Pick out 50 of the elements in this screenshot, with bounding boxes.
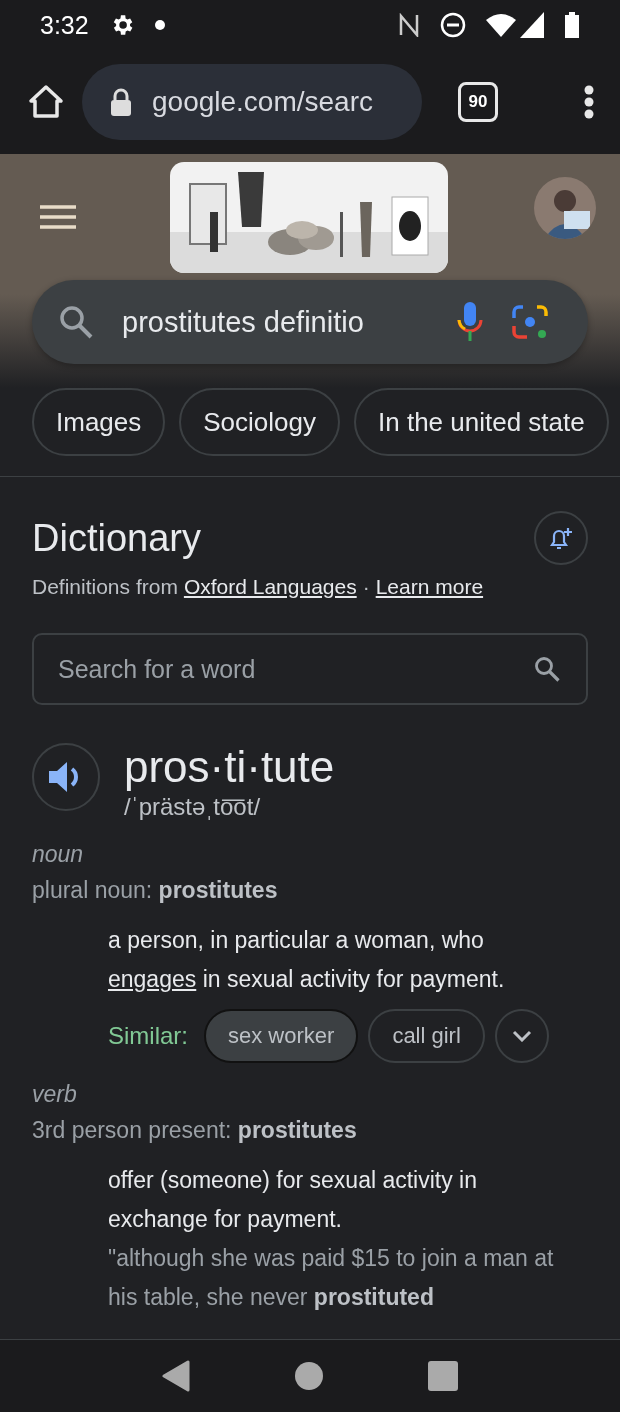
tab-count[interactable]: 90 [458, 82, 498, 122]
home-button-icon [295, 1362, 323, 1390]
url-text: google.com/searc [152, 86, 373, 118]
word-form: plural noun: prostitutes [32, 876, 279, 905]
camera-icon [512, 304, 548, 340]
section-title: Dictionary [32, 516, 201, 560]
nfc-icon [398, 13, 420, 37]
expand-button[interactable] [494, 1009, 549, 1063]
notification-dot-icon [154, 20, 165, 30]
battery-icon [564, 12, 580, 38]
word-form: 3rd person present: prostitutes [32, 1116, 358, 1145]
separator-dot: · [362, 575, 370, 599]
search-icon [58, 304, 94, 340]
chevron-down-icon [511, 1030, 532, 1042]
filter-chip[interactable]: In the united state [354, 388, 609, 456]
pronounce-button[interactable] [32, 743, 100, 811]
pronunciation: /ˈprästəˌto͞ot/ [124, 792, 262, 822]
search-icon [534, 656, 560, 682]
home-icon [28, 84, 64, 120]
definition-text: offer (someone) for sexual activity in exchange for payment. [108, 1166, 478, 1234]
source-label: Definitions from [32, 575, 178, 599]
signal-icon [520, 12, 544, 38]
similar-label: Similar: [108, 1022, 188, 1050]
search-query: prostitutes definitio [122, 305, 365, 339]
learn-more-link[interactable]: Learn more [375, 575, 484, 599]
definition-text: a person, in particular a woman, who engages in sexual activity for payment. [108, 926, 506, 994]
word-search-field[interactable]: Search for a word [32, 633, 588, 705]
menu-icon [40, 205, 76, 229]
wifi-icon [486, 13, 516, 37]
word-link[interactable]: engages [108, 966, 197, 992]
more-menu-icon [584, 85, 594, 119]
address-bar[interactable]: google.com/searc [82, 64, 422, 140]
headword: pros·ti·tute [124, 743, 335, 791]
recents-icon [427, 1361, 458, 1391]
search-bar[interactable]: prostitutes definitio [32, 280, 588, 364]
example-sentence: "although she was paid $15 to join a man at his table, she never prostituted [108, 1244, 555, 1312]
microphone-icon [456, 302, 484, 342]
synonym-chip[interactable]: call girl [368, 1009, 485, 1063]
source-link[interactable]: Oxford Languages [183, 575, 357, 599]
lock-icon [110, 88, 132, 116]
synonym-chip[interactable]: sex worker [204, 1009, 359, 1063]
status-time: 3:32 [40, 10, 89, 40]
filter-chip[interactable]: Sociology [179, 388, 340, 456]
back-icon [162, 1360, 191, 1392]
part-of-speech: verb [32, 1080, 78, 1109]
do-not-disturb-icon [440, 12, 466, 38]
filter-chip[interactable]: Images [32, 388, 166, 456]
part-of-speech: noun [32, 840, 85, 869]
alert-button[interactable] [534, 511, 588, 565]
bell-plus-icon [548, 525, 574, 551]
